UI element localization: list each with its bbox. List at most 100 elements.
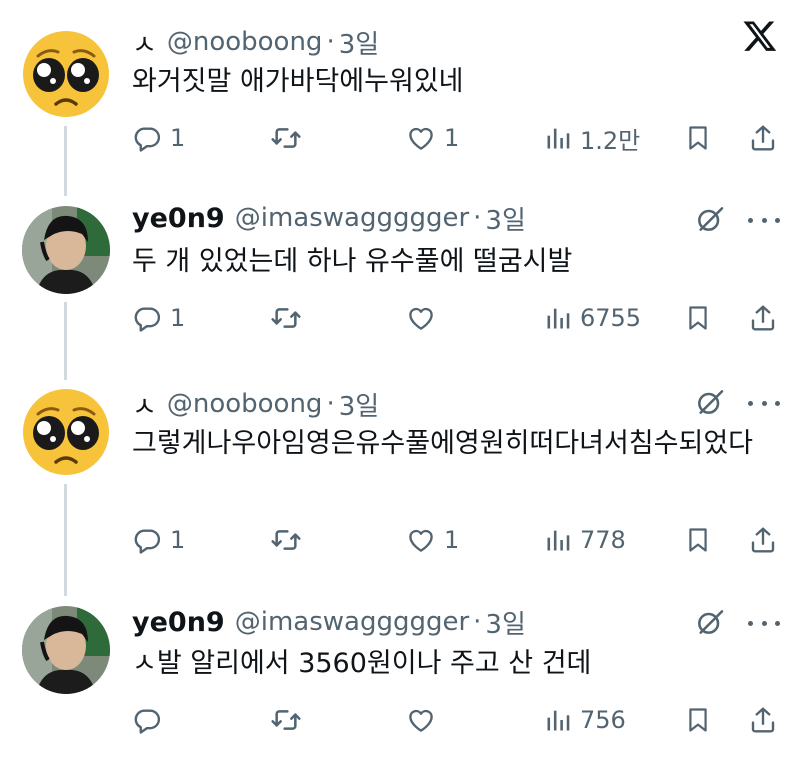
retweet-button[interactable]	[270, 700, 310, 740]
share-icon	[748, 123, 778, 153]
share-button[interactable]	[748, 118, 778, 158]
avatar[interactable]	[22, 206, 110, 294]
thread-line	[64, 126, 67, 196]
reply-count: 1	[170, 526, 186, 554]
reply-button[interactable]: 1	[132, 520, 185, 560]
handle[interactable]: @imaswaggggger	[235, 203, 469, 233]
view-count: 778	[580, 526, 626, 554]
separator-dot: ·	[473, 607, 482, 637]
action-bar: 1 1 1.2만	[132, 118, 780, 158]
display-name[interactable]: ㅅ	[132, 23, 157, 62]
tweet-header: ye0n9 @imaswaggggger · 3일	[132, 198, 526, 238]
retweet-button[interactable]	[270, 520, 310, 560]
views-button[interactable]: 778	[544, 520, 626, 560]
retweet-icon	[270, 122, 302, 154]
thread-line	[64, 484, 67, 596]
heart-icon	[406, 525, 436, 555]
share-icon	[748, 705, 778, 735]
reply-count: 1	[170, 124, 186, 152]
views-button[interactable]: 6755	[544, 298, 641, 338]
action-bar: 756	[132, 700, 780, 740]
like-button[interactable]: 1	[406, 118, 459, 158]
tweet-header: ㅅ @nooboong · 3일	[132, 384, 379, 424]
views-button[interactable]: 1.2만	[544, 118, 640, 158]
bookmark-button[interactable]	[684, 700, 712, 740]
reply-button[interactable]: 1	[132, 118, 185, 158]
like-button[interactable]	[406, 298, 444, 338]
views-icon	[544, 706, 572, 734]
reply-button[interactable]	[132, 700, 170, 740]
retweet-icon	[270, 524, 302, 556]
x-logo-icon[interactable]	[742, 18, 778, 58]
views-icon	[544, 124, 572, 152]
separator-dot: ·	[326, 27, 335, 57]
reply-icon	[132, 303, 162, 333]
avatar[interactable]	[22, 388, 110, 476]
views-icon	[544, 526, 572, 554]
timestamp[interactable]: 3일	[485, 200, 525, 237]
grok-button[interactable]	[694, 386, 726, 418]
reply-icon	[132, 705, 162, 735]
reply-icon	[132, 123, 162, 153]
timestamp[interactable]: 3일	[485, 604, 525, 641]
view-count: 756	[580, 706, 626, 734]
bookmark-button[interactable]	[684, 298, 712, 338]
bookmark-icon	[684, 304, 712, 332]
heart-icon	[406, 705, 436, 735]
avatar[interactable]	[22, 30, 110, 118]
more-dots-icon[interactable]	[748, 401, 780, 406]
tweet-text: 두 개 있었는데 하나 유수풀에 떨굼시발	[132, 246, 573, 277]
thread-line	[64, 302, 67, 380]
reply-button[interactable]: 1	[132, 298, 185, 338]
display-name[interactable]: ye0n9	[132, 607, 225, 638]
timestamp[interactable]: 3일	[339, 386, 379, 423]
more-dots-icon[interactable]	[748, 218, 780, 223]
retweet-button[interactable]	[270, 298, 310, 338]
retweet-icon	[270, 302, 302, 334]
view-count: 6755	[580, 304, 642, 332]
share-button[interactable]	[748, 520, 778, 560]
bookmark-button[interactable]	[684, 520, 712, 560]
like-button[interactable]: 1	[406, 520, 459, 560]
bookmark-button[interactable]	[684, 118, 712, 158]
separator-dot: ·	[326, 389, 335, 419]
action-bar: 1 6755	[132, 298, 780, 338]
tweet-text: 와거짓말 애가바닥에누워있네	[132, 66, 464, 97]
like-button[interactable]	[406, 700, 444, 740]
handle[interactable]: @imaswaggggger	[235, 607, 469, 637]
grok-icon	[694, 203, 726, 235]
heart-icon	[406, 123, 436, 153]
more-dots-icon[interactable]	[748, 621, 780, 626]
avatar[interactable]	[22, 606, 110, 694]
views-button[interactable]: 756	[544, 700, 626, 740]
reply-icon	[132, 525, 162, 555]
share-icon	[748, 525, 778, 555]
reply-count: 1	[170, 304, 186, 332]
heart-icon	[406, 303, 436, 333]
bookmark-icon	[684, 526, 712, 554]
share-button[interactable]	[748, 700, 778, 740]
bookmark-icon	[684, 706, 712, 734]
handle[interactable]: @nooboong	[167, 27, 323, 57]
display-name[interactable]: ㅅ	[132, 385, 157, 424]
action-bar: 1 1 778	[132, 520, 780, 560]
bookmark-icon	[684, 124, 712, 152]
retweet-icon	[270, 704, 302, 736]
handle[interactable]: @nooboong	[167, 389, 323, 419]
grok-button[interactable]	[694, 606, 726, 638]
retweet-button[interactable]	[270, 118, 310, 158]
share-button[interactable]	[748, 298, 778, 338]
views-icon	[544, 304, 572, 332]
like-count: 1	[444, 526, 460, 554]
display-name[interactable]: ye0n9	[132, 203, 225, 234]
like-count: 1	[444, 124, 460, 152]
share-icon	[748, 303, 778, 333]
view-count: 1.2만	[580, 126, 641, 155]
tweet-header: ye0n9 @imaswaggggger · 3일	[132, 602, 526, 642]
tweet-header: ㅅ @nooboong · 3일	[132, 22, 379, 62]
grok-icon	[694, 386, 726, 418]
grok-button[interactable]	[694, 203, 726, 235]
tweet-text: 그렇게나우아임영은유수풀에영원히떠다녀서침수되었다	[132, 428, 753, 459]
timestamp[interactable]: 3일	[339, 24, 379, 61]
tweet-text: ㅅ발 알리에서 3560원이나 주고 산 건데	[132, 648, 592, 679]
